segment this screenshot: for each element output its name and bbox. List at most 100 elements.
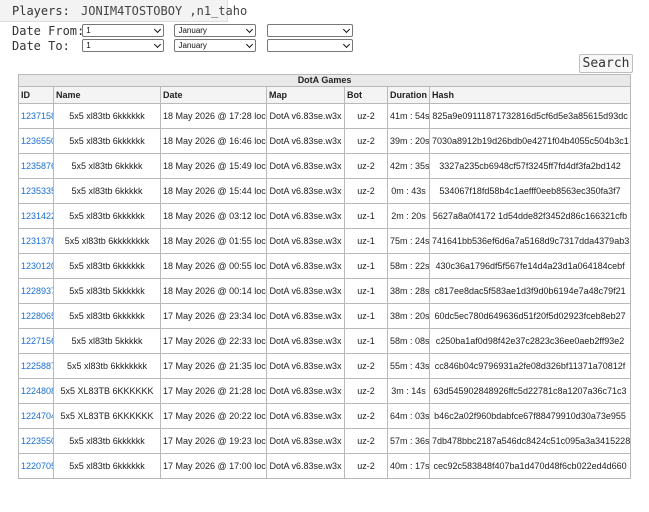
- game-date: 18 May 2026 @ 01:55 local: [160, 228, 267, 254]
- game-hash: 825a9e09111871732816d5cf6d5e3a85615d93dc: [428, 103, 632, 129]
- date-to-month-select[interactable]: January: [174, 39, 257, 52]
- game-bot: uz-2: [344, 103, 388, 129]
- game-map: DotA v6.83se.w3x: [266, 128, 345, 154]
- game-id-link[interactable]: 1227156: [18, 328, 54, 354]
- game-bot: uz-2: [344, 153, 388, 179]
- game-id-link[interactable]: 1225887: [18, 353, 54, 379]
- search-button[interactable]: Search: [579, 54, 633, 73]
- game-id-link[interactable]: 1231378: [18, 228, 54, 254]
- game-duration: 55m : 43s: [387, 353, 430, 379]
- date-to-day-select[interactable]: 1: [82, 39, 165, 52]
- column-header: Bot: [344, 86, 388, 104]
- game-name: 5x5 xl83tb 6kkkkkkk: [53, 353, 161, 379]
- chevron-down-icon: [342, 40, 350, 49]
- game-bot: uz-1: [344, 278, 388, 304]
- game-id-link[interactable]: 1230120: [18, 253, 54, 279]
- column-header: Duration: [387, 86, 430, 104]
- game-id-link[interactable]: 1235876: [18, 153, 54, 179]
- game-map: DotA v6.83se.w3x: [266, 278, 345, 304]
- game-map: DotA v6.83se.w3x: [266, 253, 345, 279]
- game-name: 5x5 XL83TB 6KKKKKK: [53, 378, 161, 404]
- game-name: 5x5 xl83tb 6kkkkkk: [53, 453, 161, 479]
- date-from-month-select[interactable]: January: [174, 24, 257, 37]
- table-row: 1230120 5x5 xl83tb 6kkkkkk 18 May 2026 @ 0…: [18, 253, 632, 279]
- game-id-link[interactable]: 1228937: [18, 278, 54, 304]
- game-bot: uz-2: [344, 128, 388, 154]
- game-name: 5x5 xl83tb 5kkkkkk: [53, 278, 161, 304]
- game-id-link[interactable]: 1231422: [18, 203, 54, 229]
- game-hash: c250ba1af0d98f42e37c2823c36ee0aeb2ff93e2: [428, 328, 632, 354]
- game-bot: uz-1: [344, 303, 388, 329]
- column-header: Map: [266, 86, 345, 104]
- game-date: 18 May 2026 @ 15:44 local: [160, 178, 267, 204]
- game-duration: 2m : 20s: [387, 203, 430, 229]
- game-duration: 40m : 17s: [387, 453, 430, 479]
- players-panel: Players: JONIM4TOSTOBOY ,n1_taho: [0, 0, 247, 22]
- game-name: 5x5 xl83tb 6kkkkk: [53, 153, 161, 179]
- game-bot: uz-1: [344, 253, 388, 279]
- game-id-link[interactable]: 1224808: [18, 378, 54, 404]
- game-date: 18 May 2026 @ 03:12 local: [160, 203, 267, 229]
- table-row: 1237158 5x5 xl83tb 6kkkkkk 18 May 2026 @ 1…: [18, 103, 632, 129]
- game-duration: 39m : 20s: [387, 128, 430, 154]
- table-row: 1224808 5x5 XL83TB 6KKKKKK 17 May 2026 @ 2…: [18, 378, 632, 404]
- game-map: DotA v6.83se.w3x: [266, 228, 345, 254]
- game-date: 17 May 2026 @ 21:35 local: [160, 353, 267, 379]
- game-duration: 0m : 43s: [387, 178, 430, 204]
- players-value[interactable]: JONIM4TOSTOBOY ,n1_taho: [81, 4, 247, 18]
- chevron-down-icon: [246, 40, 254, 49]
- game-id-link[interactable]: 1223550: [18, 428, 54, 454]
- game-id-link[interactable]: 1237158: [18, 103, 54, 129]
- game-duration: 38m : 28s: [387, 278, 430, 304]
- players-label: Players:: [12, 4, 70, 18]
- game-date: 17 May 2026 @ 23:34 local: [160, 303, 267, 329]
- table-row: 1228065 5x5 xl83tb 6kkkkkk 17 May 2026 @ 2…: [18, 303, 632, 329]
- table-row: 1228937 5x5 xl83tb 5kkkkkk 18 May 2026 @ 0…: [18, 278, 632, 304]
- table-row: 1225887 5x5 xl83tb 6kkkkkkk 17 May 2026 @ …: [18, 353, 632, 379]
- game-duration: 58m : 22s: [387, 253, 430, 279]
- date-to-label: Date To:: [12, 39, 70, 53]
- date-from-row: Date From: 1 January: [12, 24, 356, 38]
- chevron-down-icon: [246, 25, 254, 34]
- game-duration: 38m : 20s: [387, 303, 430, 329]
- table-row: 1224704 5x5 XL83TB 6KKKKKK 17 May 2026 @ 2…: [18, 403, 632, 429]
- game-name: 5x5 xl83tb 6kkkkkk: [53, 128, 161, 154]
- game-date: 18 May 2026 @ 16:46 local: [160, 128, 267, 154]
- game-id-link[interactable]: 1235335: [18, 178, 54, 204]
- date-from-day-select[interactable]: 1: [82, 24, 165, 37]
- game-map: DotA v6.83se.w3x: [266, 103, 345, 129]
- game-duration: 75m : 24s: [387, 228, 430, 254]
- game-bot: uz-1: [344, 328, 388, 354]
- game-hash: 3327a235cb6948cf57f3245ff7fd4df3fa2bd142: [428, 153, 632, 179]
- game-date: 18 May 2026 @ 00:55 local: [160, 253, 267, 279]
- date-to-row: Date To: 1 January: [12, 39, 356, 53]
- game-id-link[interactable]: 1224704: [18, 403, 54, 429]
- game-id-link[interactable]: 1228065: [18, 303, 54, 329]
- game-date: 17 May 2026 @ 20:22 local: [160, 403, 267, 429]
- date-from-year-select[interactable]: [266, 24, 353, 37]
- column-header: Date: [160, 86, 267, 104]
- game-date: 17 May 2026 @ 19:23 local: [160, 428, 267, 454]
- table-row: 1235335 5x5 xl83tb 6kkkkk 18 May 2026 @ 15…: [18, 178, 632, 204]
- game-bot: uz-1: [344, 228, 388, 254]
- game-hash: 741641bb536ef6d6a7a5168d9c7317dda4379ab3: [428, 228, 632, 254]
- game-id-link[interactable]: 1236550: [18, 128, 54, 154]
- chevron-down-icon: [154, 40, 162, 49]
- chevron-down-icon: [342, 25, 350, 34]
- game-id-link[interactable]: 1220705: [18, 453, 54, 479]
- game-bot: uz-1: [344, 203, 388, 229]
- column-header: Hash: [428, 86, 632, 104]
- game-bot: uz-2: [344, 378, 388, 404]
- date-to-year-select[interactable]: [266, 39, 353, 52]
- table-row: 1231422 5x5 xl83tb 6kkkkkk 18 May 2026 @ 0…: [18, 203, 632, 229]
- game-duration: 42m : 35s: [387, 153, 430, 179]
- players-filter: Players: JONIM4TOSTOBOY ,n1_taho: [12, 4, 247, 18]
- game-hash: b46c2a02f960bdabfce67f88479910d30a73e955: [428, 403, 632, 429]
- game-name: 5x5 xl83tb 6kkkkkk: [53, 428, 161, 454]
- game-hash: 430c36a1796df5f567fe14d4a23d1a064184cebf: [428, 253, 632, 279]
- game-duration: 64m : 03s: [387, 403, 430, 429]
- game-duration: 3m : 14s: [387, 378, 430, 404]
- game-map: DotA v6.83se.w3x: [266, 203, 345, 229]
- game-hash: 7db478bbc2187a546dc8424c51c095a3a3415228: [428, 428, 632, 454]
- game-date: 18 May 2026 @ 17:28 local: [160, 103, 267, 129]
